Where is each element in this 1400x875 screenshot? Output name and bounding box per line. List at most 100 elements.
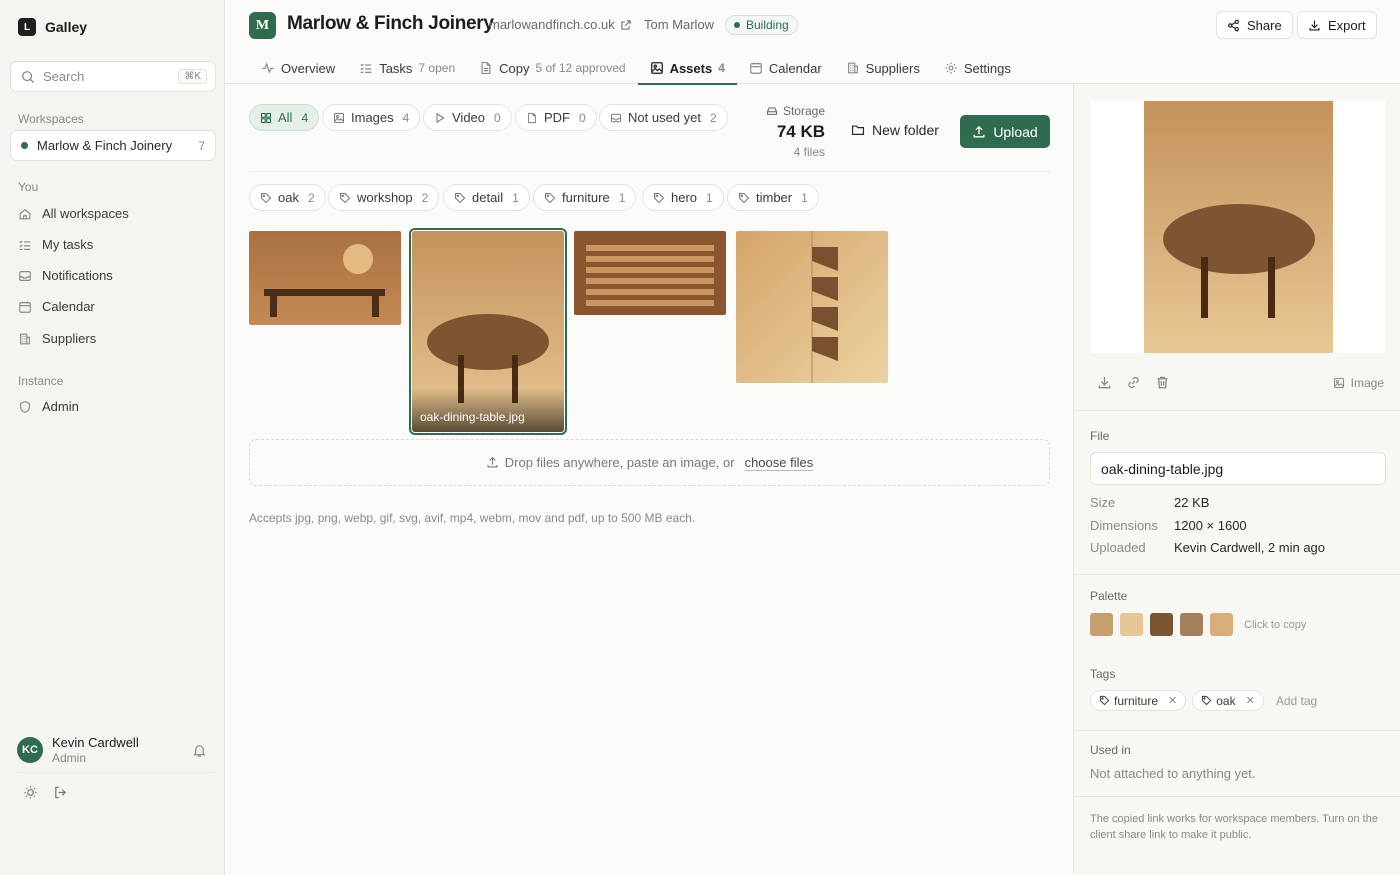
sidebar-item-all-workspaces[interactable]: All workspaces bbox=[18, 206, 129, 221]
sidebar-item-my-tasks[interactable]: My tasks bbox=[18, 237, 93, 252]
add-tag-input[interactable]: Add tag bbox=[1276, 694, 1317, 708]
filter-label: All bbox=[278, 110, 293, 125]
share-icon bbox=[1228, 19, 1239, 31]
dropzone[interactable]: Drop files anywhere, paste an image, or … bbox=[249, 439, 1050, 486]
link-icon[interactable] bbox=[1126, 375, 1141, 390]
tag-filter-detail[interactable]: detail 1 bbox=[443, 184, 530, 211]
used-in-value: Not attached to anything yet. bbox=[1090, 766, 1256, 781]
palette-swatch[interactable] bbox=[1120, 613, 1143, 636]
app-name: Galley bbox=[45, 19, 88, 35]
sidebar-item-label: My tasks bbox=[42, 237, 94, 252]
tab-suppliers[interactable]: Suppliers bbox=[834, 52, 932, 84]
tab-overview[interactable]: Overview bbox=[249, 52, 347, 84]
filter-video[interactable]: Video 0 bbox=[423, 104, 512, 131]
project-url: marlowandfinch.co.uk bbox=[489, 17, 615, 32]
remove-tag-icon[interactable]: ✕ bbox=[1246, 694, 1255, 707]
shield-icon bbox=[20, 400, 30, 413]
tag-filter-furniture[interactable]: furniture 1 bbox=[533, 184, 637, 211]
tag-icon bbox=[738, 192, 750, 203]
sidebar-item-label: Notifications bbox=[42, 268, 113, 283]
tag-filter-hero[interactable]: hero 1 bbox=[642, 184, 724, 211]
workspace-item[interactable]: Marlow & Finch Joinery 7 bbox=[10, 130, 216, 161]
filter-count: 2 bbox=[710, 110, 717, 125]
tab-calendar[interactable]: Calendar bbox=[737, 52, 834, 84]
sun-icon[interactable] bbox=[23, 785, 38, 800]
trash-icon[interactable] bbox=[1155, 375, 1170, 390]
search-input[interactable]: Search ⌘K bbox=[10, 61, 216, 92]
tasks-icon bbox=[360, 63, 372, 73]
palette-swatch[interactable] bbox=[1210, 613, 1233, 636]
filter-not-used[interactable]: Not used yet 2 bbox=[599, 104, 728, 131]
sidebar-item-calendar[interactable]: Calendar bbox=[18, 299, 95, 314]
sidebar-footer bbox=[23, 785, 68, 800]
uploaded-row: Uploaded Kevin Cardwell, 2 min ago bbox=[1090, 540, 1325, 555]
tab-settings[interactable]: Settings bbox=[932, 52, 1023, 84]
new-folder-button[interactable]: New folder bbox=[851, 122, 939, 138]
workspace-count: 7 bbox=[198, 138, 205, 153]
sidebar-item-label: Suppliers bbox=[42, 331, 97, 346]
filter-label: Images bbox=[351, 110, 394, 125]
tag-filter-count: 1 bbox=[512, 190, 519, 205]
share-note: The copied link works for workspace memb… bbox=[1090, 813, 1378, 841]
download-icon[interactable] bbox=[1097, 375, 1112, 390]
palette-swatch[interactable] bbox=[1150, 613, 1173, 636]
asset-thumbnail[interactable] bbox=[249, 231, 401, 325]
building-icon bbox=[847, 62, 858, 74]
asset-type: Image bbox=[1333, 376, 1384, 390]
palette-swatch[interactable] bbox=[1180, 613, 1203, 636]
user-profile[interactable]: KC Kevin Cardwell Admin bbox=[17, 735, 207, 765]
tag-filter-label: oak bbox=[278, 190, 299, 205]
tag-filter-count: 2 bbox=[307, 190, 315, 205]
upload-button[interactable]: Upload bbox=[960, 115, 1050, 148]
filter-count: 4 bbox=[402, 110, 410, 125]
uploaded-label: Uploaded bbox=[1090, 540, 1146, 555]
upload-icon bbox=[487, 456, 498, 468]
share-button[interactable]: Share bbox=[1216, 11, 1293, 39]
filter-all[interactable]: All 4 bbox=[249, 104, 320, 131]
export-button[interactable]: Export bbox=[1297, 11, 1377, 39]
tag-furniture: furniture ✕ bbox=[1090, 690, 1187, 711]
dovetail-joint-image bbox=[736, 231, 888, 383]
tab-copy[interactable]: Copy 5 of 12 approved bbox=[467, 52, 637, 84]
workspace-dot bbox=[21, 142, 28, 149]
palette-swatch[interactable] bbox=[1090, 613, 1113, 636]
asset-thumbnail-selected[interactable]: oak-dining-table.jpg bbox=[409, 228, 567, 435]
project-logo: M bbox=[249, 12, 276, 39]
tag-filter-oak[interactable]: oak 2 bbox=[249, 184, 326, 211]
remove-tag-icon[interactable]: ✕ bbox=[1168, 694, 1177, 707]
calendar-icon bbox=[19, 301, 31, 313]
sidebar-item-admin[interactable]: Admin bbox=[18, 399, 79, 414]
asset-details-panel: Image File oak-dining-table.jpg Size 22 … bbox=[1073, 84, 1400, 875]
inbox-icon bbox=[611, 113, 621, 122]
tag-filter-label: furniture bbox=[562, 190, 610, 205]
sidebar-item-notifications[interactable]: Notifications bbox=[18, 268, 113, 283]
logout-icon[interactable] bbox=[53, 785, 68, 800]
activity-icon bbox=[262, 62, 274, 74]
tag-filter-timber[interactable]: timber 1 bbox=[727, 184, 819, 211]
sidebar-item-suppliers[interactable]: Suppliers bbox=[18, 331, 96, 346]
tag-icon bbox=[1099, 695, 1110, 706]
tag-filter-label: timber bbox=[756, 190, 793, 205]
size-value: 22 KB bbox=[1174, 495, 1210, 510]
file-name-field[interactable]: oak-dining-table.jpg bbox=[1090, 452, 1386, 485]
status-dot bbox=[734, 22, 740, 28]
asset-thumbnail[interactable] bbox=[574, 231, 726, 315]
filter-images[interactable]: Images 4 bbox=[322, 104, 421, 131]
choose-files-link[interactable]: choose files bbox=[745, 455, 814, 470]
tag-filter-workshop[interactable]: workshop 2 bbox=[328, 184, 440, 211]
tab-assets[interactable]: Assets 4 bbox=[637, 52, 738, 85]
project-url-link[interactable]: marlowandfinch.co.uk bbox=[489, 17, 632, 32]
folder-icon bbox=[851, 125, 865, 135]
tag-icon bbox=[544, 192, 556, 203]
filter-pdf[interactable]: PDF 0 bbox=[515, 104, 597, 131]
play-icon bbox=[436, 112, 445, 123]
filter-label: PDF bbox=[544, 110, 570, 125]
size-label: Size bbox=[1090, 495, 1116, 510]
bell-icon[interactable] bbox=[192, 743, 207, 758]
size-row: Size 22 KB bbox=[1090, 495, 1209, 510]
palette-label: Palette bbox=[1090, 589, 1128, 603]
tab-tasks[interactable]: Tasks 7 open bbox=[347, 52, 467, 84]
tag-filter-label: hero bbox=[671, 190, 698, 205]
app-brand[interactable]: L Galley bbox=[18, 18, 87, 36]
asset-thumbnail[interactable] bbox=[736, 231, 888, 383]
